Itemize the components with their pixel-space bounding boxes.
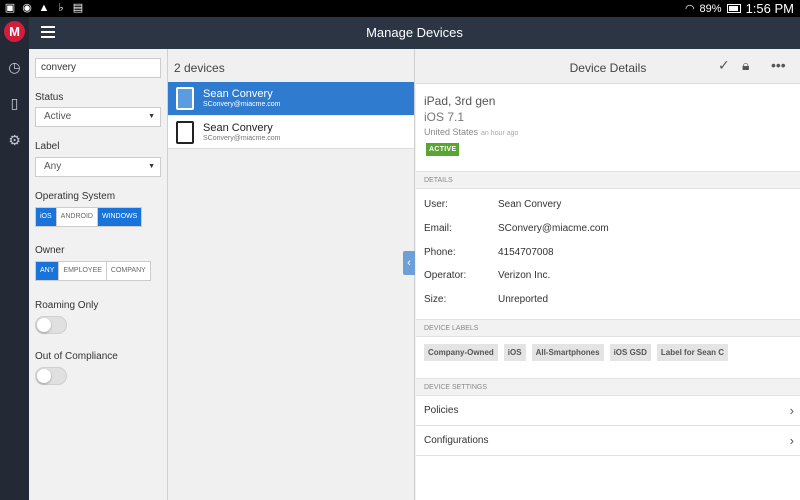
label-tag[interactable]: iOS GSD (609, 344, 651, 361)
tablet-apple-icon (176, 87, 194, 110)
dashboard-icon[interactable]: ◷ (4, 57, 25, 78)
roaming-label: Roaming Only (35, 300, 99, 311)
battery-percent: 89% (699, 2, 722, 15)
settings-gear-icon[interactable]: ⚙ (4, 130, 25, 151)
label-tag[interactable]: All-Smartphones (531, 344, 604, 361)
list-item[interactable]: Sean Convery SConvery@miacme.com (168, 116, 414, 149)
more-icon[interactable]: ••• (771, 57, 786, 73)
chevron-right-icon: › (789, 433, 794, 448)
clock: 1:56 PM (745, 1, 794, 16)
device-list: 2 devices Sean Convery SConvery@miacme.c… (168, 49, 415, 500)
configurations-row[interactable]: Configurations › (416, 426, 800, 456)
field-value-email: SConvery@miacme.com (498, 223, 609, 234)
status-select[interactable]: Active ▼ (35, 107, 161, 127)
os-option-android[interactable]: ANDROID (57, 208, 98, 226)
os-option-ios[interactable]: iOS (36, 208, 57, 226)
device-model: iPad, 3rd gen (424, 94, 496, 108)
field-label-phone: Phone: (424, 247, 456, 258)
status-select-value: Active (44, 111, 72, 122)
owner-segmented-control: ANY EMPLOYEE COMPANY (35, 261, 151, 281)
search-input[interactable]: convery (35, 58, 161, 78)
owner-option-employee[interactable]: EMPLOYEE (59, 262, 107, 280)
device-count: 2 devices (174, 61, 225, 75)
bag-icon: ▤ (72, 2, 84, 14)
label-tag[interactable]: Company-Owned (424, 344, 498, 361)
os-option-windows[interactable]: WINDOWS (97, 208, 142, 226)
notification-icons: ▣ ◉ ▲ ♭ ▤ (4, 1, 84, 14)
chevron-right-icon: › (789, 403, 794, 418)
labels-section-header: DEVICE LABELS (416, 319, 800, 337)
field-value-size: Unreported (498, 294, 549, 305)
devices-icon[interactable]: ▯ (4, 93, 25, 114)
device-owner-email: SConvery@miacme.com (203, 101, 281, 108)
field-label-user: User: (424, 199, 448, 210)
checkmark-icon[interactable]: ✓ (718, 57, 730, 74)
field-label-size: Size: (424, 294, 447, 305)
device-country: United States (424, 127, 479, 137)
warning-icon: ▲ (38, 2, 50, 14)
os-filter-label: Operating System (35, 191, 116, 202)
label-select[interactable]: Any ▼ (35, 157, 161, 177)
device-os: iOS 7.1 (424, 110, 465, 124)
details-header: Device Details ✓ 🔒︎ ••• (416, 49, 800, 84)
app-bar: Manage Devices (29, 17, 800, 49)
b-icon: ♭ (58, 2, 64, 14)
nav-rail: M ◷ ▯ ⚙ (0, 17, 29, 500)
device-location: United States an hour ago (424, 127, 518, 137)
signal-icon: ◉ (22, 2, 32, 14)
status-filter-label: Status (35, 92, 64, 103)
status-right: ◠ 89% 1:56 PM (685, 0, 794, 17)
field-label-operator: Operator: (424, 270, 467, 281)
label-tag[interactable]: Label for Sean C (656, 344, 729, 361)
compliance-label: Out of Compliance (35, 351, 118, 362)
policies-row[interactable]: Policies › (416, 396, 800, 426)
label-filter-label: Label (35, 141, 60, 152)
device-details-panel: Device Details ✓ 🔒︎ ••• iPad, 3rd gen iO… (416, 49, 800, 500)
settings-section-header: DEVICE SETTINGS (416, 378, 800, 396)
page-title: Manage Devices (366, 25, 463, 40)
device-owner-email: SConvery@miacme.com (203, 135, 281, 142)
owner-option-company[interactable]: COMPANY (107, 262, 150, 280)
field-value-phone: 4154707008 (498, 247, 554, 258)
tablet-apple-icon (176, 121, 194, 144)
details-section-header: DETAILS (416, 171, 800, 189)
last-seen: an hour ago (481, 130, 519, 137)
app-logo[interactable]: M (4, 21, 25, 42)
lock-icon[interactable]: 🔒︎ (742, 57, 749, 74)
device-owner-name: Sean Convery (203, 122, 273, 134)
filter-panel: convery Status Active ▼ Label Any ▼ Oper… (29, 49, 168, 500)
chevron-down-icon: ▼ (148, 163, 155, 170)
device-labels: Company-Owned iOS All-Smartphones iOS GS… (424, 344, 729, 361)
owner-filter-label: Owner (35, 245, 65, 256)
configurations-label: Configurations (424, 435, 489, 446)
label-tag[interactable]: iOS (503, 344, 526, 361)
policies-label: Policies (424, 405, 459, 416)
compliance-toggle[interactable] (35, 367, 67, 385)
collapse-panel-chevron-left-icon[interactable]: ‹ (403, 251, 415, 275)
image-icon: ▣ (4, 2, 16, 14)
field-label-email: Email: (424, 223, 452, 234)
os-segmented-control: iOS ANDROID WINDOWS (35, 207, 143, 227)
battery-icon (726, 4, 741, 13)
field-value-user: Sean Convery (498, 199, 562, 210)
status-badge: ACTIVE (426, 143, 460, 156)
field-value-operator: Verizon Inc. (498, 270, 551, 281)
device-owner-name: Sean Convery (203, 88, 273, 100)
owner-option-any[interactable]: ANY (36, 262, 60, 280)
status-bar: ▣ ◉ ▲ ♭ ▤ ◠ 89% 1:56 PM (0, 0, 800, 17)
list-item[interactable]: Sean Convery SConvery@miacme.com (168, 82, 414, 115)
label-select-value: Any (44, 161, 62, 172)
chevron-down-icon: ▼ (148, 113, 155, 120)
roaming-toggle[interactable] (35, 316, 67, 334)
wifi-icon: ◠ (684, 3, 695, 15)
